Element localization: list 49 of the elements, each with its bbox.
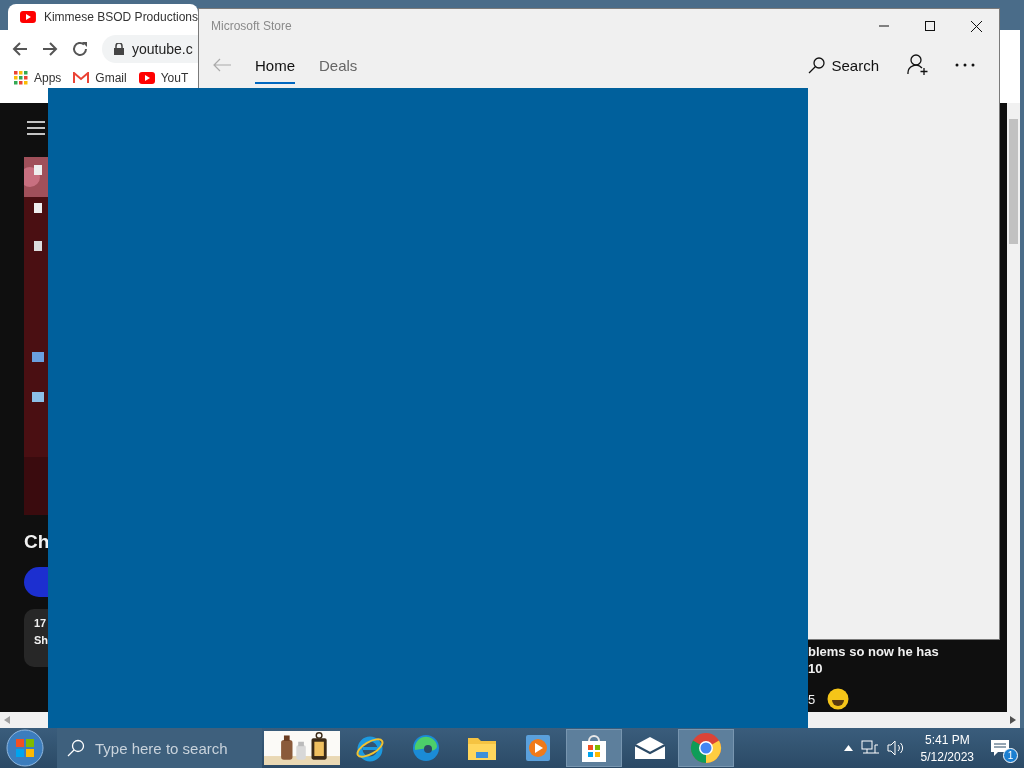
- vertical-scrollbar[interactable]: [1007, 103, 1020, 712]
- more-button[interactable]: [953, 61, 977, 69]
- shorts-card[interactable]: 17 Sh: [24, 609, 48, 667]
- nav-tab[interactable]: Home: [255, 46, 295, 84]
- section-heading: Ch: [24, 531, 51, 553]
- add-user-icon: [907, 54, 929, 76]
- lock-icon: [114, 43, 124, 55]
- close-icon: [970, 20, 982, 32]
- play-icon: [525, 734, 551, 762]
- clock-time[interactable]: 5:41 PM: [924, 732, 970, 747]
- address-bar[interactable]: youtube.c: [102, 35, 198, 63]
- reload-icon[interactable]: [72, 41, 88, 57]
- notification-button[interactable]: 1: [990, 733, 1016, 763]
- comment-text: blems so now he has: [808, 644, 939, 659]
- wave-swirl-icon: [411, 733, 441, 763]
- play-icon: [20, 11, 36, 23]
- apps-grid-icon: [14, 71, 28, 85]
- search-icon: [67, 739, 85, 757]
- search-button[interactable]: Search: [804, 52, 883, 78]
- bookmark-link[interactable]: Apps: [34, 71, 62, 85]
- add-user-button[interactable]: [905, 52, 931, 78]
- network-icon[interactable]: [860, 740, 879, 756]
- maximize-icon: [925, 21, 935, 31]
- window-title: Microsoft Store: [211, 19, 293, 33]
- volume-icon[interactable]: [886, 740, 905, 756]
- forward-arrow-icon[interactable]: [42, 41, 58, 57]
- nav-tab[interactable]: Deals: [319, 46, 358, 84]
- taskbar-search-field[interactable]: Type here to search: [57, 728, 262, 768]
- comment-text: 10: [808, 661, 824, 676]
- folder-icon: [467, 735, 497, 761]
- more-icon: [955, 63, 975, 67]
- bookmark-link[interactable]: YouT: [160, 71, 189, 85]
- start-button[interactable]: [6, 729, 44, 767]
- like-count: 5: [808, 691, 816, 707]
- back-arrow-icon[interactable]: [12, 41, 28, 57]
- chevron-up-icon[interactable]: [843, 745, 853, 751]
- mail-icon: [73, 72, 90, 84]
- chrome-logo-icon: [690, 732, 722, 764]
- scroll-right-icon[interactable]: [1010, 716, 1016, 724]
- envelope-icon: [634, 736, 666, 760]
- clock-date[interactable]: 5/12/2023: [920, 749, 974, 764]
- play-icon: [138, 72, 155, 84]
- browser-tab[interactable]: Kimmese BSOD Productions: [8, 4, 198, 30]
- bookmark-link[interactable]: Gmail: [95, 71, 127, 85]
- search-icon: [808, 56, 826, 74]
- shopping-bag-icon: [580, 733, 608, 763]
- menu-icon[interactable]: [27, 121, 45, 135]
- emoji-icon: [827, 688, 850, 710]
- message-icon: [990, 739, 1010, 757]
